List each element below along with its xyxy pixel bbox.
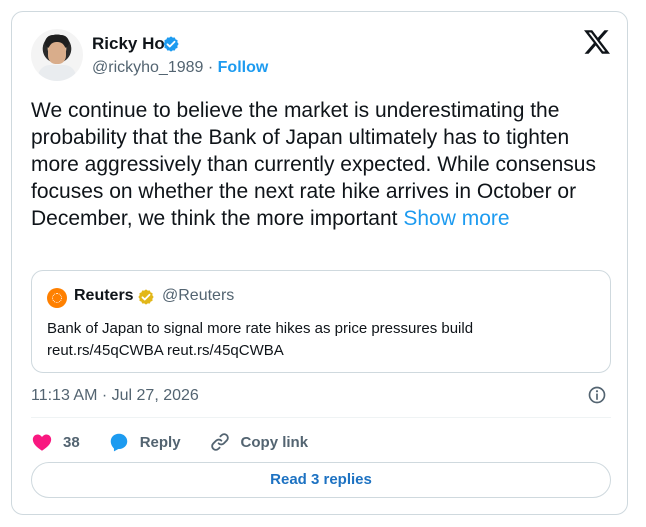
quoted-text: Bank of Japan to signal more rate hikes …	[47, 318, 597, 362]
author-avatar[interactable]	[31, 29, 83, 81]
reuters-logo-icon	[47, 288, 67, 308]
reply-label: Reply	[139, 433, 181, 451]
info-icon[interactable]	[587, 385, 607, 405]
reply-bubble-icon	[110, 433, 127, 452]
copy-link-button[interactable]: Copy link	[209, 431, 309, 453]
reply-button[interactable]: Reply	[108, 431, 181, 453]
divider	[31, 417, 611, 418]
quoted-author-handle: @Reuters	[162, 287, 235, 304]
verified-badge-icon	[163, 36, 179, 52]
tweet-actions: 38 Reply Copy link	[31, 430, 336, 454]
author-handle[interactable]: @rickyho_1989	[92, 59, 203, 76]
x-logo-icon[interactable]	[584, 29, 610, 55]
like-button[interactable]: 38	[31, 431, 80, 453]
handle-separator: ·	[203, 59, 218, 76]
avatar-face	[48, 42, 66, 64]
avatar-shirt	[38, 65, 76, 81]
tweet-card: Ricky Ho @rickyho_1989 · Follow We conti…	[11, 11, 628, 515]
like-count: 38	[63, 433, 80, 451]
quoted-author-name: Reuters	[74, 287, 134, 304]
link-icon	[210, 433, 229, 451]
gold-verified-badge-icon	[138, 289, 154, 305]
author-handle-line: @rickyho_1989 · Follow	[92, 59, 268, 77]
heart-icon	[32, 434, 52, 451]
show-more-link[interactable]: Show more	[403, 207, 509, 230]
tweet-timestamp[interactable]: 11:13 AM · Jul 27, 2026	[31, 387, 199, 405]
copy-link-label: Copy link	[240, 433, 309, 451]
follow-button[interactable]: Follow	[218, 59, 269, 76]
tweet-body: We continue to believe the market is und…	[31, 99, 596, 230]
quoted-tweet[interactable]: Reuters @Reuters Bank of Japan to signal…	[31, 270, 611, 373]
read-replies-button[interactable]: Read 3 replies	[31, 462, 611, 498]
quoted-headline: Bank of Japan to signal more rate hikes …	[47, 320, 474, 337]
author-name[interactable]: Ricky Ho	[92, 34, 165, 54]
quoted-link[interactable]: reut.rs/45qCWBA reut.rs/45qCWBA	[47, 340, 597, 362]
tweet-text: We continue to believe the market is und…	[31, 97, 613, 232]
